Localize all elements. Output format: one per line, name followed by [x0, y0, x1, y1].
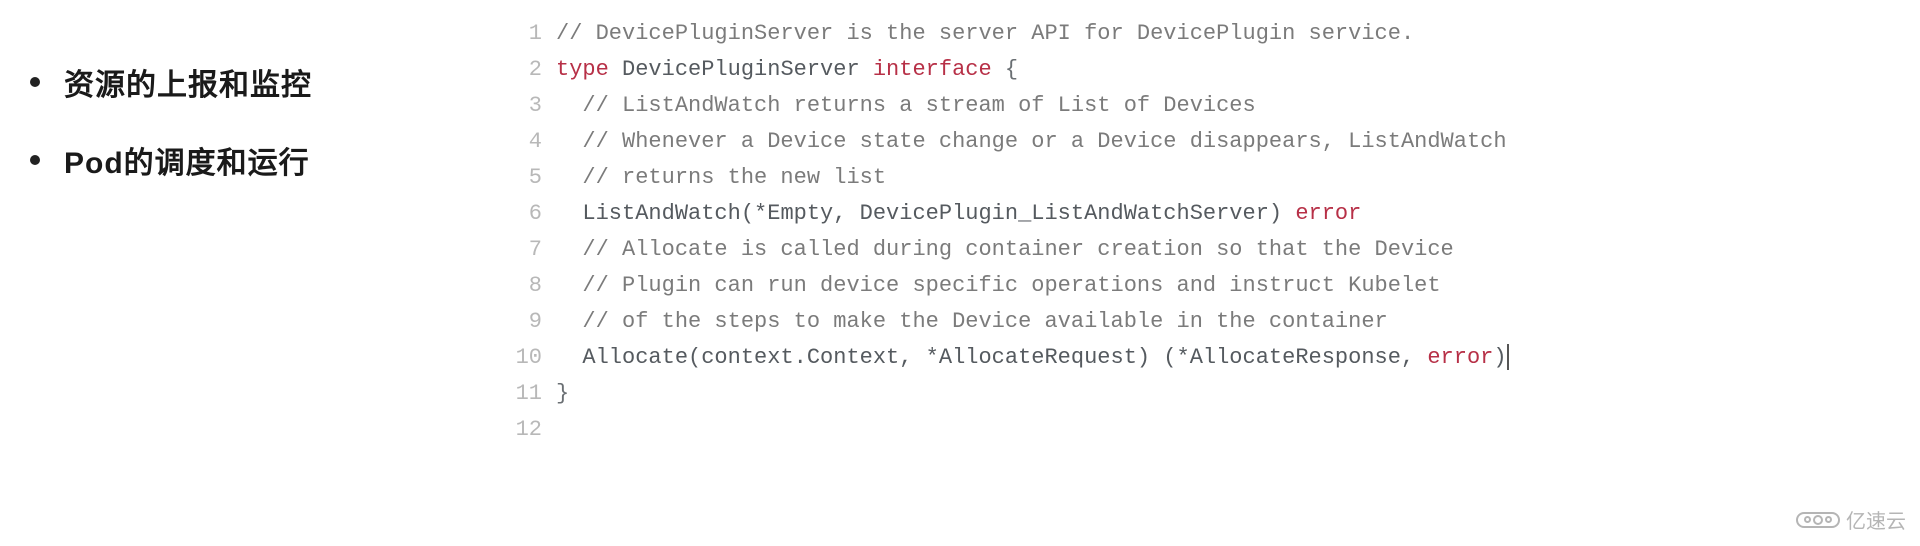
list-item: 资源的上报和监控: [30, 60, 510, 104]
line-number: 7: [510, 232, 556, 268]
line-number: 8: [510, 268, 556, 304]
line-number: 3: [510, 88, 556, 124]
code-pane: 1// DevicePluginServer is the server API…: [510, 0, 1920, 546]
line-number: 5: [510, 160, 556, 196]
line-number: 1: [510, 16, 556, 52]
line-number: 4: [510, 124, 556, 160]
line-number: 11: [510, 376, 556, 412]
watermark-text: 亿速云: [1846, 505, 1906, 534]
watermark: 亿速云: [1796, 505, 1906, 534]
text-cursor-icon: [1507, 344, 1509, 370]
code-line: 7 // Allocate is called during container…: [510, 232, 1920, 268]
bullet-dot-icon: [30, 77, 40, 87]
line-number: 10: [510, 340, 556, 376]
code-content: }: [556, 376, 569, 412]
code-content: // ListAndWatch returns a stream of List…: [556, 88, 1256, 124]
code-content: // of the steps to make the Device avail…: [556, 304, 1388, 340]
code-line: 3 // ListAndWatch returns a stream of Li…: [510, 88, 1920, 124]
bullet-pane: 资源的上报和监控 Pod的调度和运行: [0, 0, 510, 546]
bullet-text: 资源的上报和监控: [64, 60, 312, 104]
list-item: Pod的调度和运行: [30, 138, 510, 182]
bullet-list: 资源的上报和监控 Pod的调度和运行: [30, 60, 510, 182]
code-content: // Whenever a Device state change or a D…: [556, 124, 1507, 160]
code-content: // Plugin can run device specific operat…: [556, 268, 1441, 304]
line-number: 6: [510, 196, 556, 232]
code-line: 4 // Whenever a Device state change or a…: [510, 124, 1920, 160]
code-content: // DevicePluginServer is the server API …: [556, 16, 1414, 52]
slide-content: 资源的上报和监控 Pod的调度和运行 1// DevicePluginServe…: [0, 0, 1920, 546]
code-line: 1// DevicePluginServer is the server API…: [510, 16, 1920, 52]
line-number: 2: [510, 52, 556, 88]
code-content: type DevicePluginServer interface {: [556, 52, 1018, 88]
code-line: 12: [510, 412, 1920, 448]
line-number: 12: [510, 412, 556, 448]
code-content: ListAndWatch(*Empty, DevicePlugin_ListAn…: [556, 196, 1361, 232]
bullet-text: Pod的调度和运行: [64, 138, 310, 182]
code-line: 8 // Plugin can run device specific oper…: [510, 268, 1920, 304]
code-line: 2type DevicePluginServer interface {: [510, 52, 1920, 88]
watermark-logo-icon: [1796, 512, 1840, 528]
code-line: 5 // returns the new list: [510, 160, 1920, 196]
line-number: 9: [510, 304, 556, 340]
code-content: // returns the new list: [556, 160, 886, 196]
code-line: 6 ListAndWatch(*Empty, DevicePlugin_List…: [510, 196, 1920, 232]
code-line: 9 // of the steps to make the Device ava…: [510, 304, 1920, 340]
code-content: // Allocate is called during container c…: [556, 232, 1454, 268]
code-content: Allocate(context.Context, *AllocateReque…: [556, 340, 1509, 376]
code-line: 10 Allocate(context.Context, *AllocateRe…: [510, 340, 1920, 376]
code-line: 11}: [510, 376, 1920, 412]
bullet-dot-icon: [30, 155, 40, 165]
